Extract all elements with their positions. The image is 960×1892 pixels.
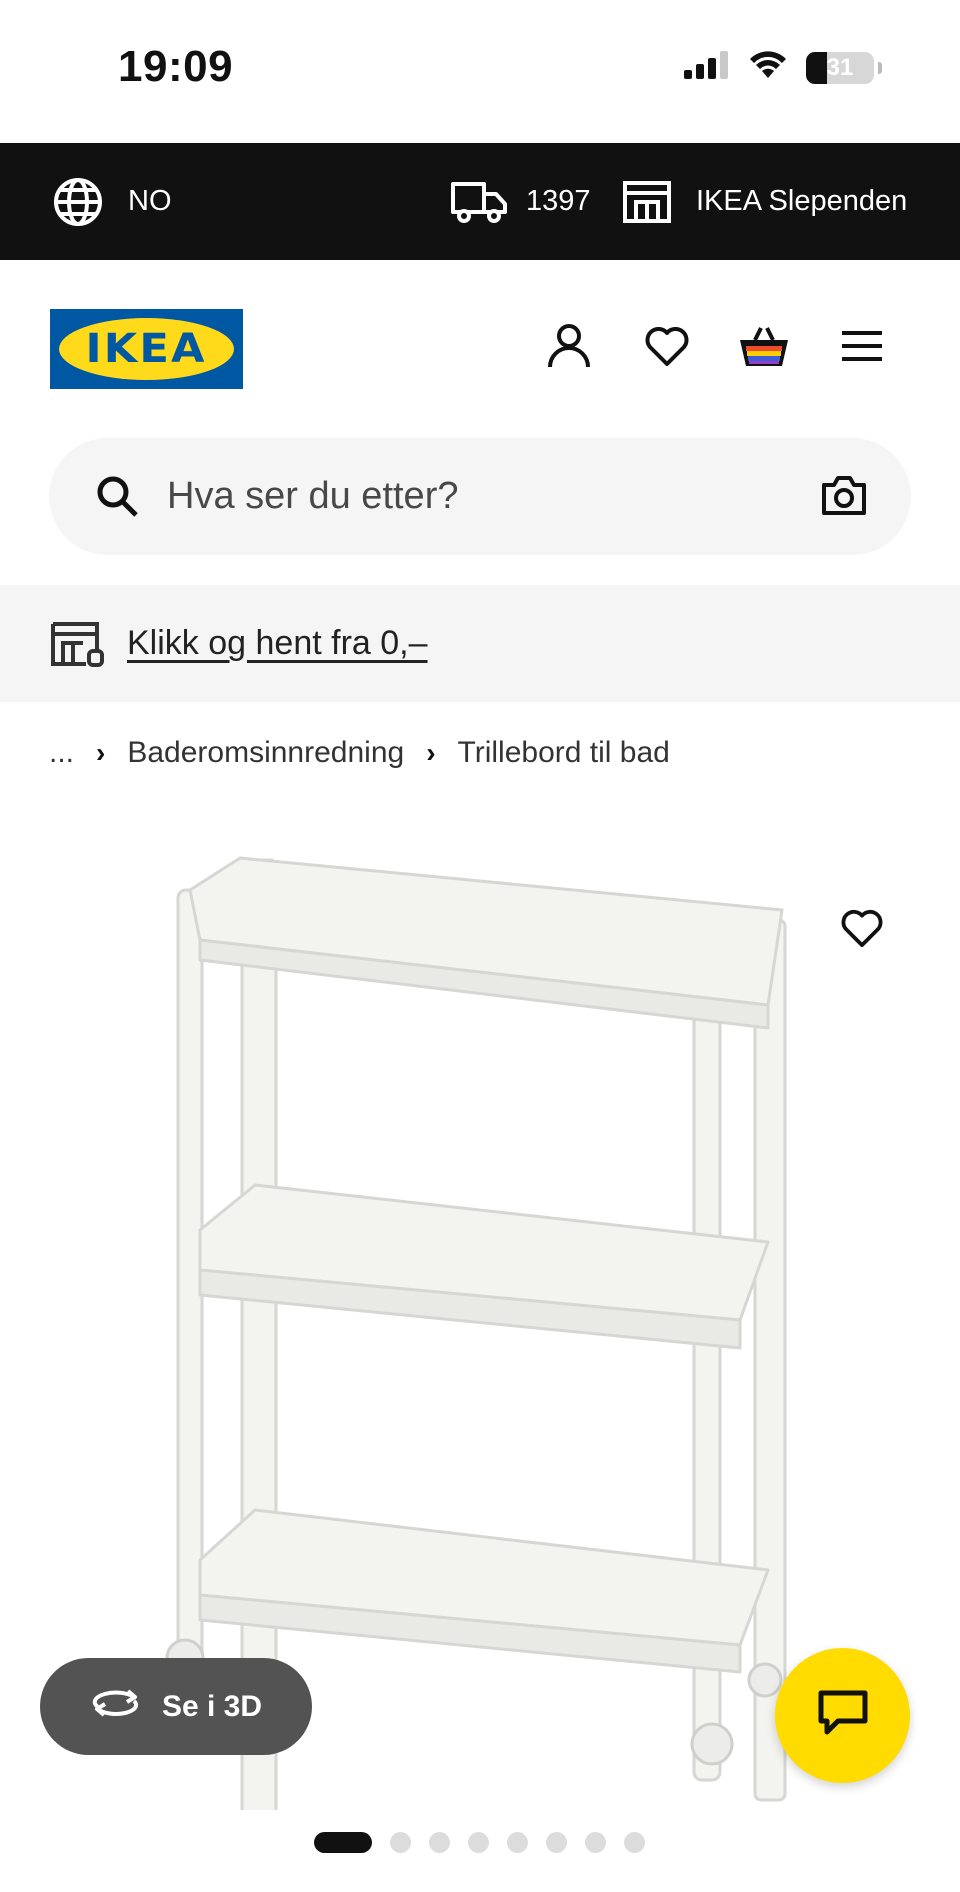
postal-code: 1397: [526, 185, 591, 217]
search-input[interactable]: Hva ser du etter?: [167, 438, 458, 555]
battery-icon: 31: [806, 51, 874, 84]
delivery-truck-icon: [450, 180, 508, 224]
status-bar: 19:09 31: [0, 0, 960, 143]
site-header: IKEA: [0, 260, 960, 430]
chevron-right-icon: ›: [96, 737, 106, 768]
breadcrumb-item-current[interactable]: Trillebord til bad: [458, 736, 670, 770]
postal-code-selector[interactable]: 1397: [450, 143, 591, 260]
click-collect-banner: Klikk og hent fra 0,–: [0, 585, 960, 702]
pagination-dot[interactable]: [546, 1832, 567, 1853]
gallery-pagination: [314, 1832, 645, 1853]
battery-percent: 31: [826, 53, 854, 81]
breadcrumb: ... › Baderomsinnredning › Trillebord ti…: [49, 730, 670, 776]
breadcrumb-item[interactable]: Baderomsinnredning: [127, 736, 404, 770]
chat-button[interactable]: [775, 1648, 910, 1783]
signal-icon: [684, 51, 730, 84]
click-collect-link[interactable]: Klikk og hent fra 0,–: [127, 585, 428, 702]
battery-tip: [878, 61, 882, 74]
pagination-dot[interactable]: [507, 1832, 528, 1853]
click-collect-icon: [50, 621, 106, 672]
camera-icon[interactable]: [821, 473, 867, 522]
save-to-favourites-button[interactable]: [820, 888, 904, 972]
language-selector[interactable]: NO: [52, 143, 172, 260]
pagination-dot[interactable]: [429, 1832, 450, 1853]
search-bar[interactable]: Hva ser du etter?: [49, 438, 911, 555]
pagination-dot[interactable]: [624, 1832, 645, 1853]
pagination-dot[interactable]: [390, 1832, 411, 1853]
ikea-logo[interactable]: IKEA: [50, 309, 243, 389]
globe-icon: [52, 176, 104, 228]
pagination-dot[interactable]: [468, 1832, 489, 1853]
store-selector[interactable]: IKEA Slependen: [622, 143, 907, 260]
menu-icon[interactable]: [834, 318, 890, 374]
status-icons: 31: [684, 50, 882, 85]
chat-bubble-icon: [818, 1690, 868, 1741]
heart-icon[interactable]: [639, 318, 695, 374]
store-icon: [622, 180, 672, 224]
language-label: NO: [128, 185, 172, 217]
breadcrumb-ellipsis[interactable]: ...: [49, 736, 74, 770]
heart-icon: [840, 908, 884, 953]
rotate-3d-icon: [90, 1687, 142, 1727]
user-icon[interactable]: [541, 318, 597, 374]
store-name: IKEA Slependen: [696, 185, 908, 217]
pagination-dot-active[interactable]: [314, 1832, 372, 1853]
status-time: 19:09: [118, 42, 234, 91]
top-bar: NO 1397 IKEA Slependen: [0, 143, 960, 260]
logo-text: IKEA: [85, 326, 208, 372]
logo-oval: IKEA: [59, 318, 234, 380]
search-icon: [95, 474, 139, 523]
view-3d-label: Se i 3D: [161, 1689, 263, 1723]
product-gallery[interactable]: Se i 3D: [0, 800, 960, 1892]
chevron-right-icon: ›: [426, 737, 436, 768]
view-3d-button[interactable]: Se i 3D: [40, 1658, 312, 1755]
shopping-basket-icon[interactable]: [736, 318, 792, 374]
pagination-dot[interactable]: [585, 1832, 606, 1853]
wifi-icon: [748, 50, 788, 85]
